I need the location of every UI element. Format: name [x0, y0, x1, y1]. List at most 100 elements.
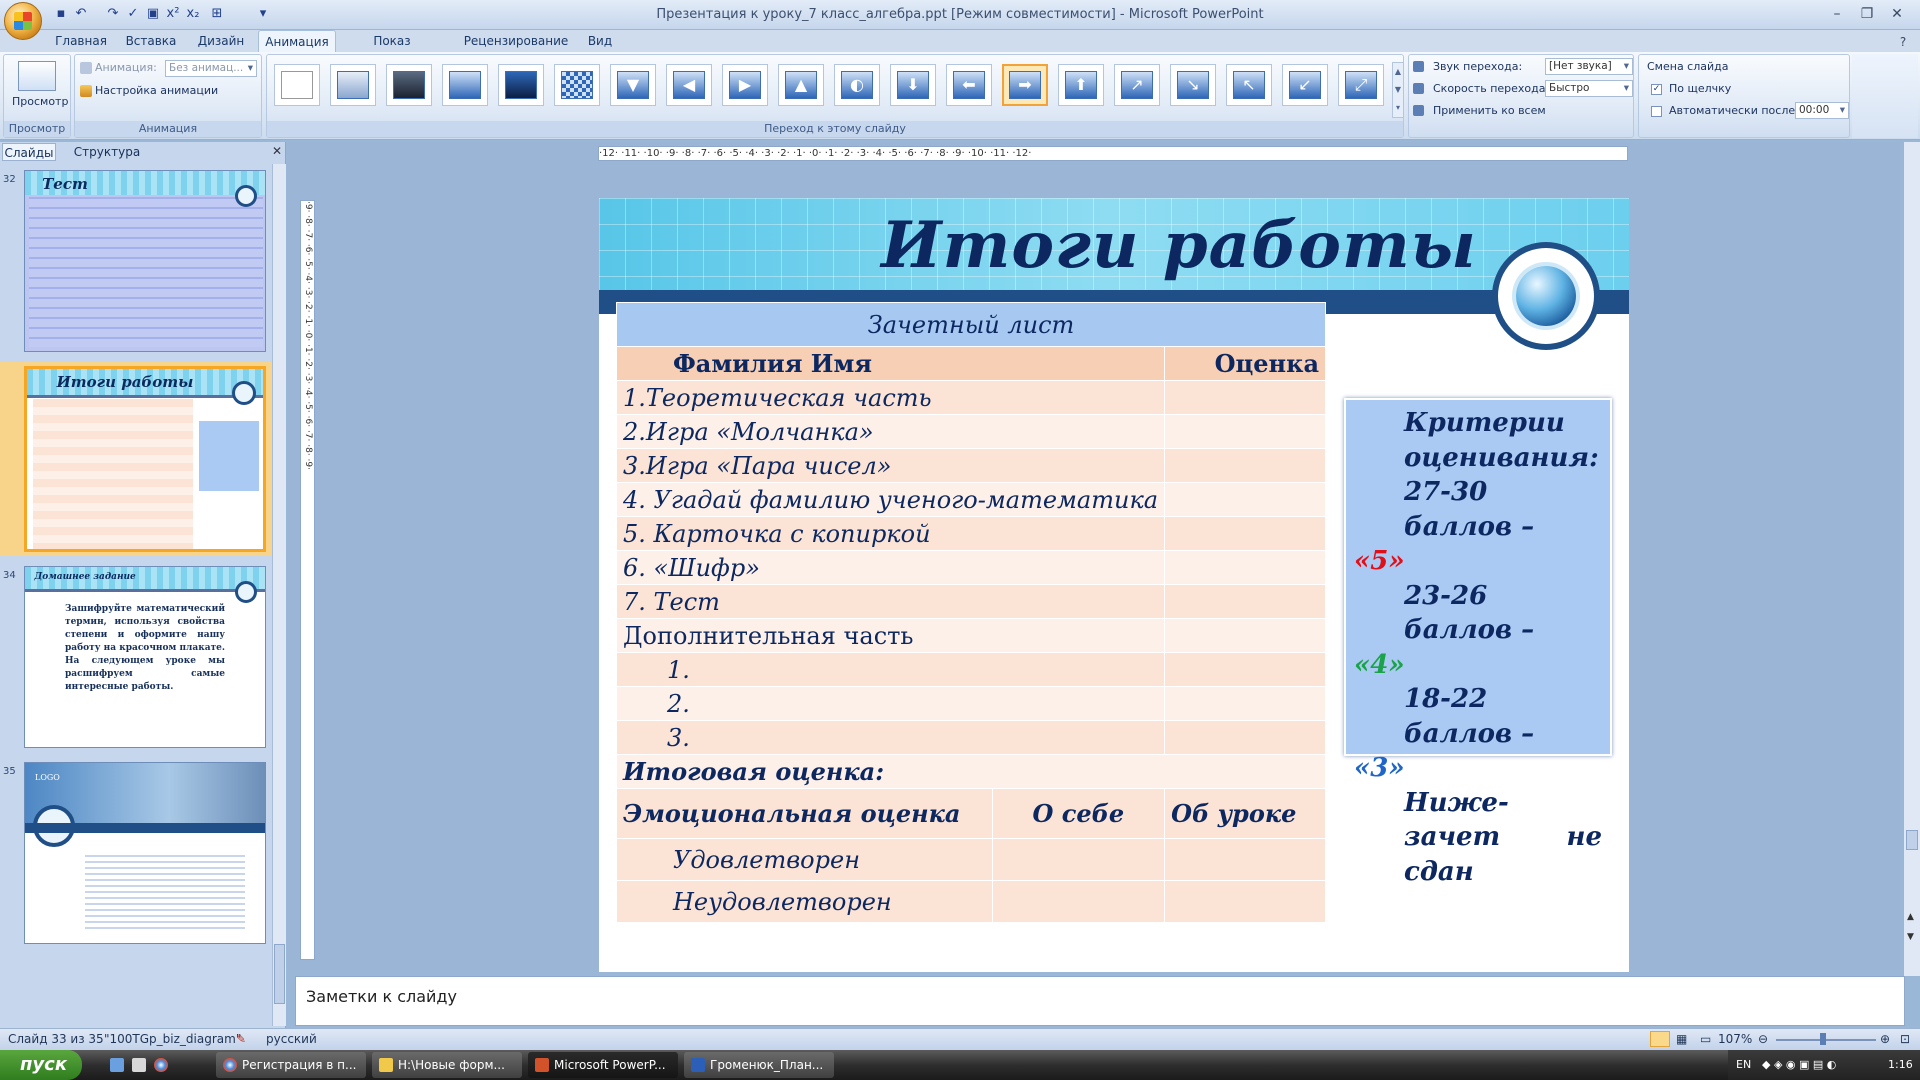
grade-cell[interactable] — [1164, 686, 1326, 721]
browser-icon[interactable] — [154, 1058, 168, 1072]
transition-cover-down-left[interactable]: ↙ — [1282, 64, 1328, 106]
notes-pane[interactable]: Заметки к слайду — [295, 976, 1905, 1026]
grade-cell[interactable] — [1164, 448, 1326, 483]
sound-select[interactable]: [Нет звука] — [1545, 58, 1633, 75]
scroll-thumb[interactable] — [1906, 830, 1918, 850]
pane-close-icon[interactable]: ✕ — [272, 144, 282, 158]
help-icon[interactable]: ? — [1890, 32, 1916, 52]
zoom-in-icon[interactable]: ⊕ — [1880, 1029, 1890, 1049]
transition-zoom[interactable]: ⤢ — [1338, 64, 1384, 106]
superscript-icon[interactable]: x² — [164, 5, 182, 23]
transition-push-left[interactable]: ◀ — [666, 64, 712, 106]
slide-canvas[interactable]: Итоги работы Зачетный лист Фамилия Имя О… — [599, 198, 1629, 972]
tab-design[interactable]: Дизайн — [192, 30, 250, 52]
transition-wipe-left[interactable]: ⬅ — [946, 64, 992, 106]
grade-cell[interactable] — [1164, 482, 1326, 517]
transition-push-right[interactable]: ▶ — [722, 64, 768, 106]
transition-cover-up-left[interactable]: ↖ — [1226, 64, 1272, 106]
auto-after-checkbox[interactable] — [1651, 106, 1662, 117]
transition-wipe-up[interactable]: ⬆ — [1058, 64, 1104, 106]
slide-title[interactable]: Итоги работы — [779, 208, 1579, 283]
auto-after-input[interactable]: 00:00 — [1795, 102, 1849, 119]
on-click-checkbox[interactable]: ✓ — [1651, 84, 1662, 95]
tray-icons[interactable]: ◆ ◈ ◉ ▣ ▤ ◐ — [1762, 1050, 1836, 1080]
tab-animation[interactable]: Анимация — [258, 30, 336, 52]
tab-home[interactable]: Главная — [52, 30, 110, 52]
transition-checker[interactable] — [554, 64, 600, 106]
grade-cell[interactable] — [1164, 550, 1326, 585]
transition-wipe-down[interactable]: ⬇ — [890, 64, 936, 106]
grade-cell[interactable] — [1164, 720, 1326, 755]
score-table[interactable]: Зачетный лист Фамилия Имя Оценка 1.Теоре… — [615, 302, 1326, 923]
grade-cell[interactable] — [1164, 652, 1326, 687]
task-powerpoint[interactable]: Microsoft PowerP... — [528, 1052, 678, 1078]
redo-icon[interactable]: ↷ — [104, 5, 122, 23]
grade-cell[interactable] — [1164, 414, 1326, 449]
slideshow-view-icon[interactable]: ▭ — [1700, 1029, 1711, 1049]
lesson-cell[interactable] — [1164, 880, 1326, 923]
minimize-icon[interactable]: – — [1824, 4, 1850, 24]
task-browser[interactable]: Регистрация в п... — [216, 1052, 366, 1078]
transition-split[interactable]: ◐ — [834, 64, 880, 106]
subscript-icon[interactable]: x₂ — [184, 5, 202, 23]
animation-select[interactable]: Без анимац... — [165, 60, 257, 77]
save-icon[interactable]: ▪ — [52, 5, 70, 23]
tab-slideshow[interactable]: Показ слайдов — [346, 30, 438, 70]
qat-customize-icon[interactable]: ▾ — [254, 5, 272, 23]
grade-cell[interactable] — [1164, 380, 1326, 415]
format-icon[interactable]: ⊞ — [208, 5, 226, 23]
apply-all-button[interactable]: Применить ко всем — [1433, 104, 1546, 117]
tab-slides[interactable]: Слайды — [2, 143, 56, 161]
transition-dissolve[interactable] — [442, 64, 488, 106]
speed-select[interactable]: Быстро — [1545, 80, 1633, 97]
close-icon[interactable]: ✕ — [1884, 4, 1910, 24]
spellcheck-icon[interactable]: ✓ — [124, 5, 142, 23]
prev-slide-icon[interactable]: ▲ — [1907, 912, 1914, 922]
self-cell[interactable] — [991, 880, 1166, 923]
transition-wipe-right[interactable]: ➡ — [1002, 64, 1048, 106]
quicklaunch-icon[interactable] — [132, 1058, 146, 1072]
task-word[interactable]: Громенюк_План... — [684, 1052, 834, 1078]
undo-icon[interactable]: ↶ — [72, 5, 90, 23]
vertical-scrollbar[interactable]: ▲ ▼ — [1903, 142, 1920, 976]
slide-thumb-35[interactable]: LOGO — [24, 762, 266, 944]
spellcheck-status-icon[interactable]: ✎ — [236, 1029, 246, 1049]
custom-animation-button[interactable]: Настройка анимации — [95, 84, 218, 97]
transition-cover-down-right[interactable]: ↘ — [1170, 64, 1216, 106]
transition-fade-black[interactable] — [386, 64, 432, 106]
transition-gallery-scroll[interactable]: ▲ ▼ ▾ — [1392, 62, 1404, 118]
transition-cut-black[interactable] — [498, 64, 544, 106]
zoom-level[interactable]: 107% — [1718, 1029, 1752, 1049]
slide-thumb-33[interactable]: Итоги работы — [24, 366, 266, 552]
restore-icon[interactable]: ❐ — [1854, 4, 1880, 24]
slide-thumb-34[interactable]: Домашнее задание Зашифруйте математическ… — [24, 566, 266, 748]
input-language[interactable]: EN — [1736, 1050, 1751, 1080]
pane-scroll-thumb[interactable] — [274, 944, 285, 1004]
tab-insert[interactable]: Вставка — [120, 30, 182, 52]
task-explorer[interactable]: H:\Новые форм... — [372, 1052, 522, 1078]
office-button[interactable] — [4, 2, 42, 40]
zoom-slider[interactable] — [1776, 1039, 1876, 1041]
show-desktop-icon[interactable] — [110, 1058, 124, 1072]
transition-none[interactable] — [274, 64, 320, 106]
pane-scrollbar[interactable] — [272, 164, 286, 1026]
zoom-out-icon[interactable]: ⊖ — [1758, 1029, 1768, 1049]
fit-window-icon[interactable]: ⊡ — [1900, 1029, 1910, 1049]
grade-cell[interactable] — [1164, 618, 1326, 653]
preview-button[interactable]: Просмотр — [12, 95, 68, 108]
grade-cell[interactable] — [1164, 516, 1326, 551]
start-button[interactable]: пуск — [0, 1050, 82, 1080]
tab-view[interactable]: Вид — [580, 30, 620, 52]
lesson-cell[interactable] — [1164, 838, 1326, 881]
criteria-box[interactable]: Критерии оценивания: 27-30 баллов – «5» … — [1344, 398, 1612, 887]
tab-review[interactable]: Рецензирование — [452, 30, 580, 52]
transition-cover-up-right[interactable]: ↗ — [1114, 64, 1160, 106]
slide-thumb-32[interactable]: Тест — [24, 170, 266, 352]
self-cell[interactable] — [991, 838, 1166, 881]
language-status[interactable]: русский — [266, 1029, 317, 1049]
print-preview-icon[interactable]: ▣ — [144, 5, 162, 23]
transition-push-down[interactable]: ▼ — [610, 64, 656, 106]
normal-view-icon[interactable] — [1650, 1031, 1670, 1047]
grade-cell[interactable] — [1164, 584, 1326, 619]
tab-outline[interactable]: Структура — [72, 143, 142, 161]
